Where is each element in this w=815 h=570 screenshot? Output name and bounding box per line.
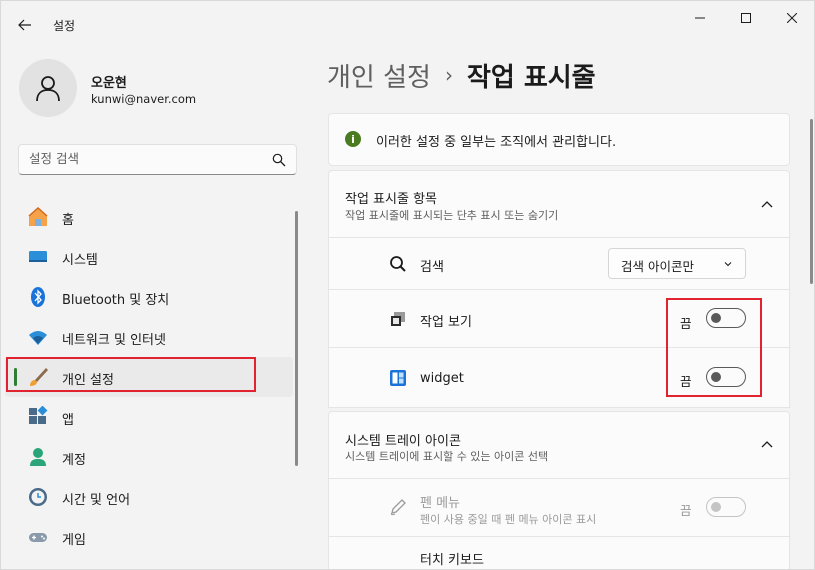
section-subtitle: 시스템 트레이에 표시할 수 있는 아이콘 선택 (345, 450, 549, 463)
maximize-icon (741, 13, 751, 23)
sidebar-item-system[interactable]: 시스템 (5, 237, 293, 277)
sidebar-item-home[interactable]: 홈 (5, 197, 293, 237)
sidebar-item-label: 게임 (62, 533, 86, 548)
avatar (19, 59, 77, 117)
pen-menu-row: 펜 메뉴 펜이 사용 중일 때 펜 메뉴 아이콘 표시 끔 (328, 479, 790, 537)
info-icon: i (345, 131, 361, 147)
back-arrow-icon (18, 19, 31, 31)
gamepad-icon (27, 526, 49, 548)
annotation-highlight-toggles (666, 298, 762, 397)
pen-menu-toggle[interactable] (706, 497, 746, 517)
apps-icon (27, 406, 49, 428)
annotation-highlight-personalization (6, 357, 256, 392)
managed-by-org-banner: i 이러한 설정 중 일부는 조직에서 관리합니다. (328, 113, 790, 166)
breadcrumb-parent[interactable]: 개인 설정 (327, 57, 431, 94)
settings-window: 설정 오운현 kunwi@naver.com 홈 (0, 0, 815, 570)
toggle-state-label: 끔 (680, 503, 692, 518)
toggle-knob (711, 502, 721, 512)
sidebar-item-label: 홈 (62, 213, 74, 228)
info-text: 이러한 설정 중 일부는 조직에서 관리합니다. (376, 135, 617, 150)
system-tray-section-header[interactable]: 시스템 트레이 아이콘 시스템 트레이에 표시할 수 있는 아이콘 선택 (328, 411, 790, 479)
row-label: 검색 (420, 260, 444, 275)
row-subtitle: 펜이 사용 중일 때 펜 메뉴 아이콘 표시 (420, 513, 597, 526)
search-mode-dropdown[interactable]: 검색 아이콘만 (608, 248, 746, 279)
row-label: 작업 보기 (420, 315, 472, 330)
home-icon (27, 206, 49, 228)
maximize-button[interactable] (723, 1, 769, 35)
title-bar: 설정 (1, 1, 814, 49)
sidebar-item-label: 네트워크 및 인터넷 (62, 333, 166, 348)
chevron-up-icon[interactable] (761, 439, 773, 451)
row-label: 터치 키보드 (420, 553, 484, 568)
wifi-icon (27, 326, 49, 348)
widget-icon (389, 369, 407, 387)
chevron-up-icon[interactable] (761, 199, 773, 211)
pen-icon (389, 498, 407, 516)
taskbar-items-section-header[interactable]: 작업 표시줄 항목 작업 표시줄에 표시되는 단추 표시 또는 숨기기 (328, 170, 790, 238)
minimize-button[interactable] (677, 1, 723, 35)
sidebar-item-time-language[interactable]: 시간 및 언어 (5, 477, 293, 517)
sidebar-item-network[interactable]: 네트워크 및 인터넷 (5, 317, 293, 357)
breadcrumb-separator: › (444, 63, 453, 87)
user-name: 오운현 (91, 76, 127, 91)
task-view-icon (389, 310, 407, 328)
sidebar-item-label: 계정 (62, 453, 86, 468)
main-scrollbar[interactable] (810, 119, 813, 284)
page-title: 작업 표시줄 (466, 62, 596, 93)
touch-keyboard-row: 터치 키보드 (328, 537, 790, 569)
back-button[interactable] (11, 11, 39, 39)
system-icon (27, 246, 49, 268)
user-email: kunwi@naver.com (91, 92, 197, 106)
app-title: 설정 (53, 19, 76, 33)
clock-globe-icon (27, 486, 49, 508)
sidebar-item-apps[interactable]: 앱 (5, 397, 293, 437)
dropdown-value: 검색 아이콘만 (621, 259, 694, 274)
sidebar-item-accounts[interactable]: 계정 (5, 437, 293, 477)
minimize-icon (695, 17, 705, 19)
section-subtitle: 작업 표시줄에 표시되는 단추 표시 또는 숨기기 (345, 209, 559, 222)
sidebar-item-label: 앱 (62, 413, 74, 428)
sidebar-scrollbar[interactable] (295, 211, 298, 466)
section-title: 작업 표시줄 항목 (345, 192, 437, 207)
person-icon (36, 76, 60, 102)
account-icon (27, 446, 49, 468)
chevron-down-icon (724, 262, 732, 267)
user-profile[interactable]: 오운현 kunwi@naver.com (19, 59, 289, 119)
search-icon[interactable] (272, 153, 286, 167)
sidebar-item-label: 시간 및 언어 (62, 493, 131, 508)
search-icon (389, 255, 407, 273)
taskbar-search-row: 검색 검색 아이콘만 (328, 238, 790, 290)
bluetooth-icon (27, 286, 49, 308)
sidebar-item-bluetooth[interactable]: Bluetooth 및 장치 (5, 277, 293, 317)
search-input[interactable] (29, 151, 259, 166)
breadcrumb: 개인 설정 › 작업 표시줄 (327, 55, 596, 95)
sidebar-item-label: Bluetooth 및 장치 (62, 293, 170, 308)
row-label: widget (420, 371, 464, 386)
close-icon (787, 13, 797, 23)
close-button[interactable] (769, 1, 814, 35)
row-label: 펜 메뉴 (420, 496, 461, 511)
settings-search-box[interactable] (18, 144, 297, 175)
sidebar-item-gaming[interactable]: 게임 (5, 517, 293, 557)
section-title: 시스템 트레이 아이콘 (345, 434, 461, 449)
sidebar-item-label: 시스템 (62, 253, 98, 268)
